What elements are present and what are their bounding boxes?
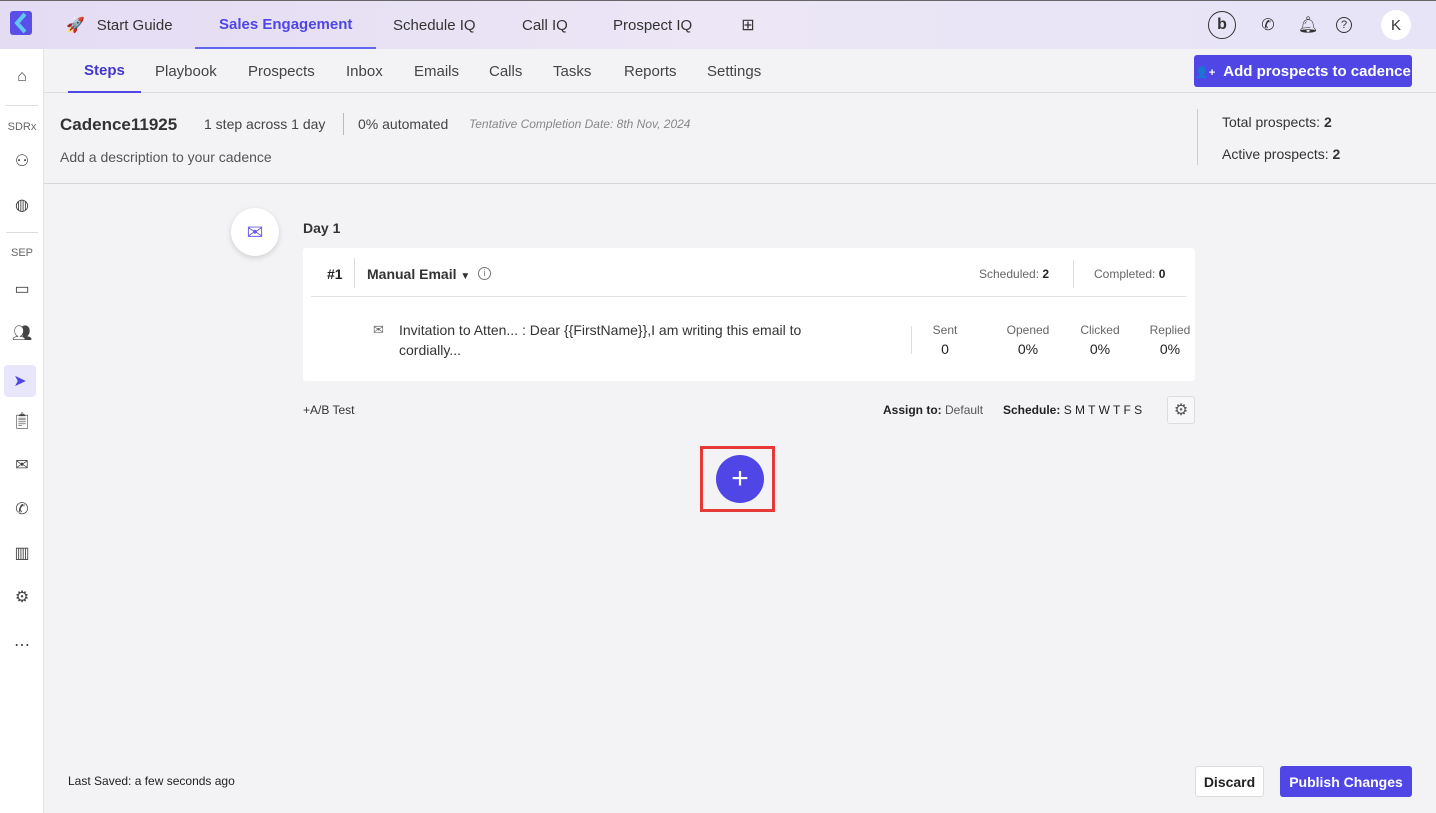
gear-icon[interactable]: ⚙ — [1167, 396, 1195, 424]
value: 0% — [1089, 341, 1111, 357]
stat-replied: Replied 0% — [1137, 323, 1203, 357]
tab-settings[interactable]: Settings — [707, 49, 761, 93]
mail-icon: ✉ — [373, 322, 384, 337]
stat-clicked: Clicked 0% — [1067, 323, 1133, 357]
apps-grid-icon[interactable]: ⊞ — [736, 13, 760, 37]
cadence-header: Cadence11925 1 step across 1 day 0% auto… — [44, 93, 1436, 184]
label: Replied — [1149, 323, 1191, 337]
value: S M T W T F S — [1063, 403, 1143, 417]
label: Total prospects: — [1222, 114, 1321, 130]
value: 0 — [941, 341, 949, 357]
label: Assign to: — [883, 403, 942, 417]
label: Sent — [932, 323, 958, 337]
send-icon[interactable]: ➤ — [4, 365, 36, 397]
info-icon[interactable]: i — [478, 267, 491, 280]
nav-start-guide[interactable]: 🚀 Start Guide — [66, 1, 173, 49]
completed-count: Completed: 0 — [1094, 267, 1165, 281]
globe-icon[interactable]: ◍ — [10, 193, 34, 217]
bell-icon[interactable]: 🔔︎ — [1296, 13, 1320, 37]
value: 0% — [1017, 341, 1039, 357]
discard-button[interactable]: Discard — [1195, 766, 1264, 797]
value: 2 — [1332, 146, 1341, 162]
tab-playbook[interactable]: Playbook — [155, 49, 217, 93]
plus-icon: + — [731, 462, 749, 495]
gear-icon[interactable]: ⚙ — [10, 585, 34, 609]
value: 2 — [1042, 267, 1050, 281]
tab-inbox[interactable]: Inbox — [346, 49, 383, 93]
email-template-preview[interactable]: Invitation to Atten... : Dear {{FirstNam… — [399, 320, 859, 360]
label: Schedule: — [1003, 403, 1061, 417]
section-label-sep: SEP — [10, 247, 33, 259]
tab-tasks[interactable]: Tasks — [553, 49, 591, 93]
phone-icon[interactable]: ✆ — [1256, 13, 1280, 37]
nav-sales-engagement[interactable]: Sales Engagement — [195, 1, 377, 49]
scheduled-count: Scheduled: 2 — [979, 267, 1049, 281]
brand-b-icon[interactable]: b — [1208, 11, 1236, 39]
button-label: Add prospects to cadence — [1223, 62, 1411, 80]
steps-summary: 1 step across 1 day — [204, 116, 326, 132]
step-type: Manual Email — [367, 266, 457, 282]
label: Active prospects: — [1222, 146, 1329, 162]
cadence-name[interactable]: Cadence11925 — [60, 115, 177, 135]
home-icon[interactable]: ⌂ — [10, 65, 34, 89]
section-label-sdrx: SDRx — [7, 121, 37, 133]
value: 0 — [1158, 267, 1166, 281]
description-input[interactable]: Add a description to your cadence — [60, 149, 272, 165]
add-step-button[interactable]: + — [716, 455, 764, 503]
rocket-icon: 🚀 — [66, 17, 85, 34]
tab-prospects[interactable]: Prospects — [248, 49, 315, 93]
tab-calls[interactable]: Calls — [489, 49, 522, 93]
bar-chart-icon[interactable]: ▥ — [10, 541, 34, 565]
help-icon[interactable]: ? — [1336, 17, 1352, 33]
schedule: Schedule: S M T W T F S — [1003, 403, 1142, 417]
assign-to: Assign to: Default — [883, 403, 983, 417]
step-card: #1 Manual Email ▼ i Scheduled: 2 Complet… — [303, 248, 1195, 381]
nav-call-iq[interactable]: Call IQ — [522, 1, 568, 49]
email-stats: Sent 0 Opened 0% Clicked 0% Replied 0% — [915, 323, 1203, 357]
value: 2 — [1323, 114, 1332, 130]
label: Opened — [1006, 323, 1050, 337]
top-bar: 🚀 Start Guide Sales Engagement Schedule I… — [0, 0, 1436, 49]
email-step-icon: ✉ — [231, 208, 279, 256]
nav-schedule-iq[interactable]: Schedule IQ — [393, 1, 476, 49]
completion-date: Tentative Completion Date: 8th Nov, 2024 — [469, 117, 691, 131]
publish-changes-button[interactable]: Publish Changes — [1280, 766, 1412, 797]
users-icon[interactable]: 👥︎ — [10, 321, 34, 345]
sidebar: ⌂ SDRx ⚇ ◍ SEP ▭ 👥︎ ➤ 📋︎ ✉ ✆ ▥ ⚙ ⋯ — [0, 49, 44, 813]
total-prospects: Total prospects: 2 — [1222, 114, 1332, 130]
stat-opened: Opened 0% — [995, 323, 1061, 357]
more-icon[interactable]: ⋯ — [10, 633, 34, 657]
tab-steps[interactable]: Steps — [68, 49, 141, 93]
add-user-icon: 👤+ — [1195, 66, 1216, 79]
bot-icon[interactable]: ⚇ — [10, 149, 34, 173]
chevron-down-icon: ▼ — [460, 271, 471, 282]
tab-reports[interactable]: Reports — [624, 49, 677, 93]
step-number: #1 — [327, 266, 343, 282]
automated-summary: 0% automated — [358, 116, 449, 132]
last-saved: Last Saved: a few seconds ago — [68, 774, 235, 788]
active-prospects: Active prospects: 2 — [1222, 146, 1340, 162]
step-type-dropdown[interactable]: Manual Email ▼ — [367, 266, 470, 282]
app-logo[interactable] — [10, 11, 32, 35]
ab-test-button[interactable]: +A/B Test — [303, 403, 354, 417]
nav-prospect-iq[interactable]: Prospect IQ — [613, 1, 692, 49]
day-label: Day 1 — [303, 220, 341, 236]
value: 0% — [1159, 341, 1181, 357]
mail-icon[interactable]: ✉ — [10, 453, 34, 477]
label: Completed: — [1094, 267, 1156, 281]
clipboard-check-icon[interactable]: 📋︎ — [10, 409, 34, 433]
tab-emails[interactable]: Emails — [414, 49, 459, 93]
nav-label: Start Guide — [96, 16, 173, 34]
inbox-icon[interactable]: ▭ — [10, 277, 34, 301]
label: Clicked — [1080, 323, 1120, 337]
sub-nav: Steps Playbook Prospects Inbox Emails Ca… — [44, 49, 1436, 93]
phone-icon[interactable]: ✆ — [10, 497, 34, 521]
add-prospects-button[interactable]: 👤+ Add prospects to cadence — [1194, 55, 1412, 87]
avatar[interactable]: K — [1381, 10, 1411, 40]
stat-sent: Sent 0 — [915, 323, 975, 357]
label: Scheduled: — [979, 267, 1040, 281]
value[interactable]: Default — [945, 403, 983, 417]
